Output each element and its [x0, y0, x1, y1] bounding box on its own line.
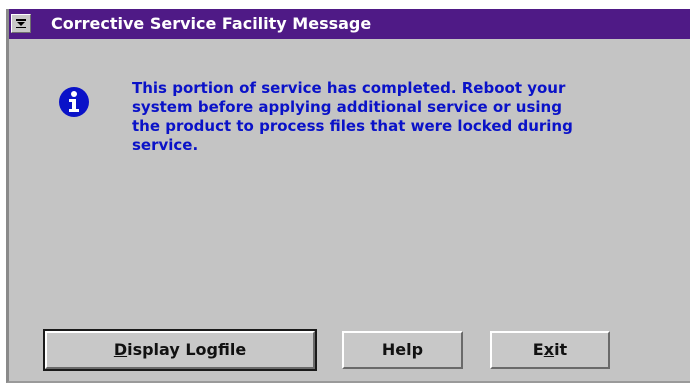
display-logfile-button[interactable]: Display Logfile — [43, 329, 317, 371]
dialog-window: Corrective Service Facility Message This… — [6, 9, 690, 383]
system-menu-icon[interactable] — [11, 14, 31, 33]
exit-mnemonic: x — [543, 340, 555, 359]
exit-button[interactable]: Exit — [490, 331, 610, 369]
exit-label: Exit — [533, 340, 567, 359]
display-logfile-rest: isplay Logfile — [127, 340, 247, 359]
help-label: Help — [381, 340, 424, 359]
minimize-arrow-icon — [16, 19, 26, 28]
window-title: Corrective Service Facility Message — [51, 14, 372, 33]
title-bar[interactable]: Corrective Service Facility Message — [9, 9, 690, 39]
exit-rest: it — [554, 340, 568, 359]
exit-pre: E — [532, 340, 544, 359]
help-button[interactable]: Help — [342, 331, 463, 369]
display-logfile-label: Display Logfile — [114, 340, 246, 359]
display-logfile-mnemonic: D — [113, 340, 128, 359]
information-icon — [59, 87, 89, 117]
message-text: This portion of service has completed. R… — [132, 79, 573, 154]
